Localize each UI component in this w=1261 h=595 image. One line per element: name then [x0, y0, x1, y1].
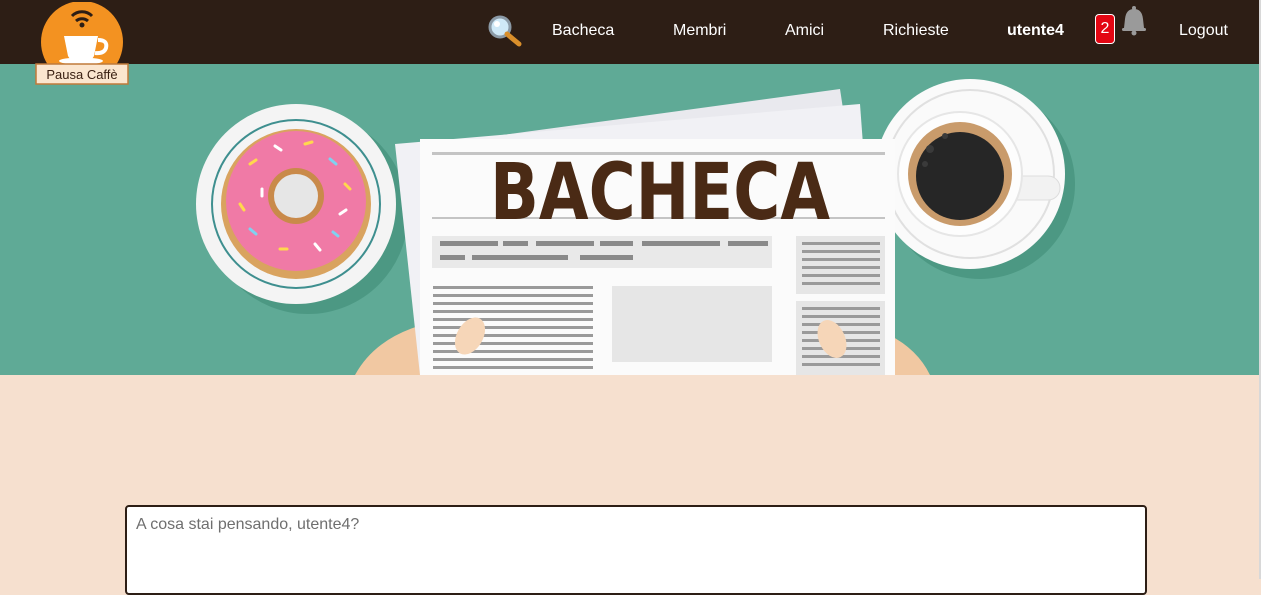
- magnifier-icon[interactable]: [486, 14, 524, 48]
- hero-banner: BACHECA: [0, 64, 1259, 375]
- coffee-cup-illustration: [875, 79, 1075, 279]
- post-composer-input[interactable]: [125, 505, 1147, 595]
- nav-bacheca[interactable]: Bacheca: [552, 21, 614, 41]
- bell-icon[interactable]: [1117, 4, 1151, 38]
- logout-link[interactable]: Logout: [1179, 21, 1228, 41]
- pausa-caffe-logo[interactable]: Pausa Caffè: [34, 1, 130, 86]
- notification-count-badge[interactable]: 2: [1095, 14, 1115, 44]
- nav-username[interactable]: utente4: [1007, 21, 1064, 41]
- logo-text: Pausa Caffè: [46, 67, 117, 82]
- donut-illustration: [196, 104, 408, 314]
- hero-headline: BACHECA: [490, 148, 830, 238]
- top-navbar: [0, 0, 1259, 64]
- nav-amici[interactable]: Amici: [785, 21, 824, 41]
- nav-membri[interactable]: Membri: [673, 21, 726, 41]
- nav-richieste[interactable]: Richieste: [883, 21, 949, 41]
